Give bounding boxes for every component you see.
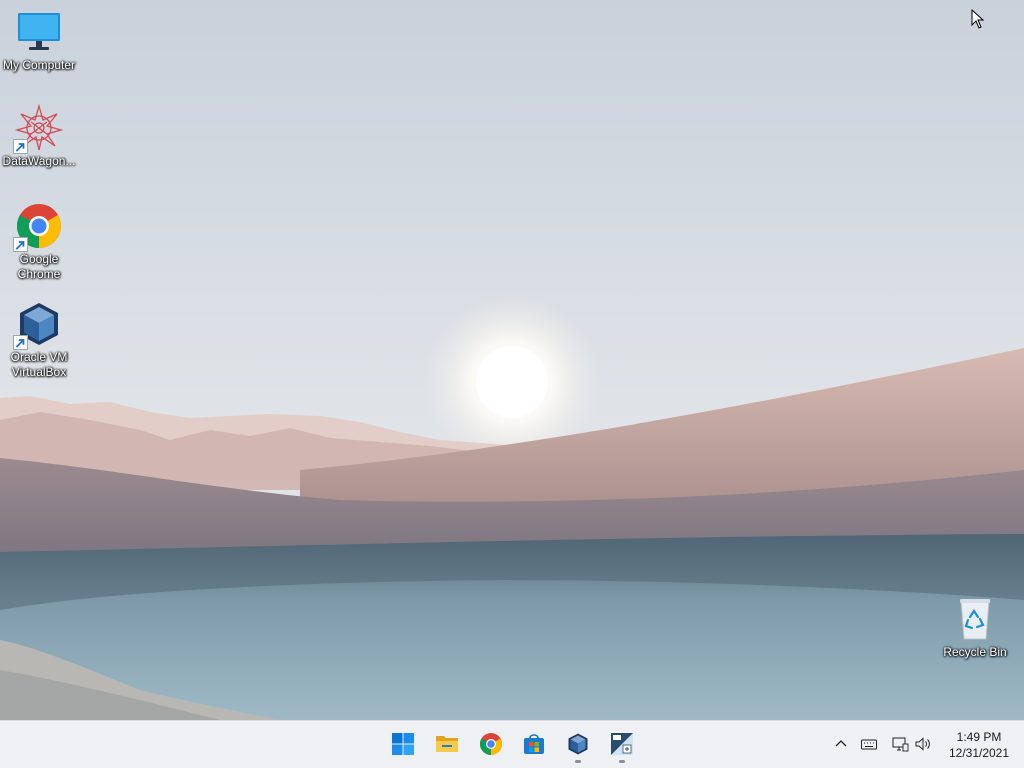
- taskbar-store-button[interactable]: [518, 728, 550, 760]
- taskbar-virtualbox-button[interactable]: [562, 728, 594, 763]
- desktop-icon-label: Google Chrome: [17, 252, 61, 281]
- chrome-icon: [480, 733, 502, 755]
- show-hidden-icons-button[interactable]: [830, 733, 852, 755]
- volume-icon: [915, 737, 930, 751]
- wallpaper: [0, 0, 1024, 720]
- taskbar-clock[interactable]: 1:49 PM 12/31/2021: [944, 729, 1014, 761]
- desktop-icon-virtualbox[interactable]: Oracle VM VirtualBox: [1, 300, 77, 380]
- virtualbox-icon: [13, 300, 63, 350]
- network-icon: [892, 737, 909, 752]
- shortcut-arrow-icon: [13, 139, 28, 154]
- datawagon-icon: [13, 104, 63, 154]
- desktop-icon-google-chrome[interactable]: Google Chrome: [1, 202, 77, 282]
- clock-time: 1:49 PM: [956, 730, 1002, 744]
- volume-button[interactable]: [912, 733, 934, 755]
- clock-date: 12/31/2021: [948, 746, 1010, 760]
- desktop-icon-recycle-bin[interactable]: Recycle Bin: [937, 595, 1013, 660]
- store-icon: [524, 734, 544, 754]
- virtualbox-icon: [568, 733, 588, 755]
- network-button[interactable]: [889, 733, 911, 755]
- desktop[interactable]: My Computer DataWagon... Google Chrome O…: [0, 0, 1024, 720]
- mouse-pointer-icon: [971, 9, 985, 29]
- taskbar-file-explorer-button[interactable]: [431, 728, 463, 760]
- taskbar: 1:49 PM 12/31/2021: [0, 720, 1024, 768]
- folder-icon: [436, 736, 458, 752]
- desktop-icon-datawagon[interactable]: DataWagon...: [1, 104, 77, 169]
- desktop-icon-label: My Computer: [2, 58, 76, 72]
- taskbar-start-button[interactable]: [387, 728, 419, 760]
- shortcut-arrow-icon: [13, 335, 28, 350]
- chrome-icon: [13, 202, 63, 252]
- desktop-icon-label: Oracle VM VirtualBox: [10, 350, 68, 379]
- shortcut-arrow-icon: [13, 237, 28, 252]
- chevron-up-icon: [835, 740, 847, 747]
- monitor-icon: [15, 8, 63, 56]
- calculator-icon: [611, 733, 633, 755]
- keyboard-icon: [861, 739, 877, 750]
- taskbar-calculator-button[interactable]: [606, 728, 638, 763]
- taskbar-chrome-button[interactable]: [475, 728, 507, 760]
- running-indicator: [619, 760, 625, 763]
- windows-start-icon: [392, 733, 414, 755]
- recycle-bin-icon: [951, 595, 999, 643]
- desktop-icon-label: DataWagon...: [2, 154, 76, 168]
- input-language-button[interactable]: [858, 733, 880, 755]
- desktop-icon-my-computer[interactable]: My Computer: [1, 8, 77, 73]
- running-indicator: [575, 760, 581, 763]
- desktop-icon-label: Recycle Bin: [943, 645, 1007, 659]
